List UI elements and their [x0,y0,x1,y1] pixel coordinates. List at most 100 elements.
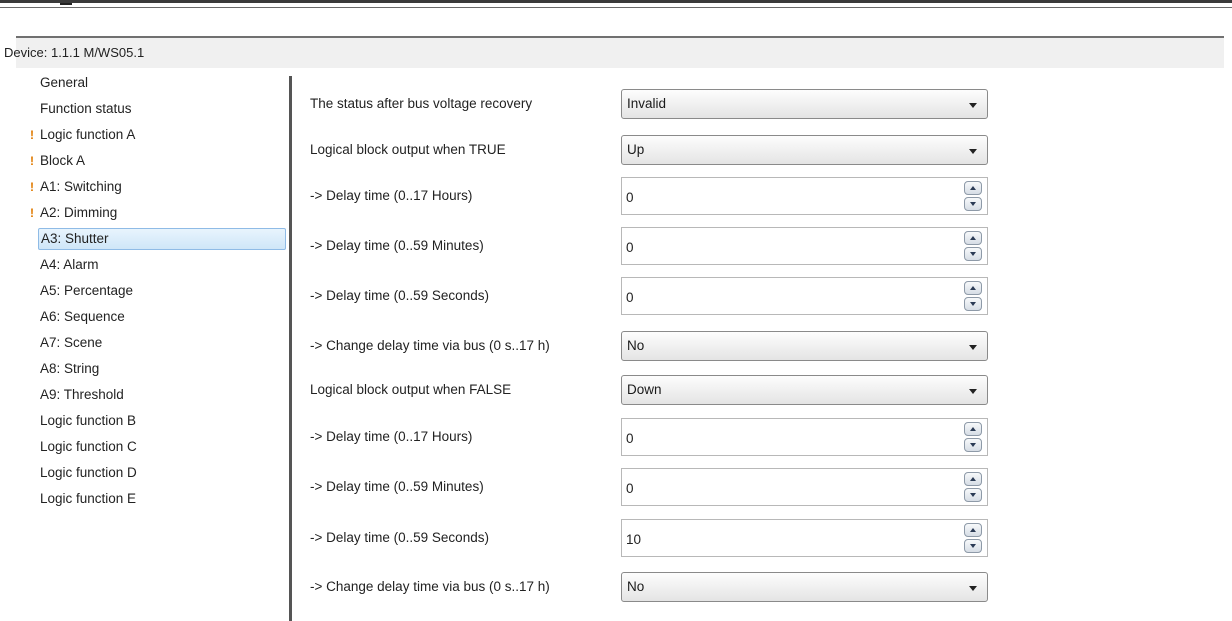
param-label: -> Delay time (0..59 Minutes) [310,479,484,494]
spin-up-icon [970,427,976,431]
sidebar-item-label: A5: Percentage [40,283,134,298]
param-dropdown[interactable]: No [621,572,988,602]
sidebar-item[interactable]: A7: Scene [40,332,102,354]
param-dropdown[interactable]: No [621,331,988,361]
spin-down-button[interactable] [964,488,982,502]
spinbox-input[interactable] [626,477,946,499]
sidebar-item[interactable]: A6: Sequence [40,306,125,328]
spin-down-icon [970,252,976,256]
param-label: -> Change delay time via bus (0 s..17 h) [310,579,550,594]
spin-down-button[interactable] [964,247,982,261]
spinbox-input[interactable] [626,236,946,258]
warning-icon: ! [30,180,34,194]
spin-up-icon [970,528,976,532]
param-label: -> Delay time (0..17 Hours) [310,188,473,203]
sidebar-item[interactable]: A9: Threshold [40,384,124,406]
chevron-down-icon [969,345,977,350]
chevron-down-icon [969,586,977,591]
sidebar-item-label: A4: Alarm [40,257,99,272]
param-label: -> Delay time (0..17 Hours) [310,429,473,444]
param-spinbox [621,418,988,456]
sidebar-item-label: Logic function A [40,127,136,142]
spin-up-button[interactable] [964,281,982,295]
sidebar-item-label: Function status [40,101,132,116]
param-spinbox [621,519,988,557]
sidebar-item[interactable]: Logic function C [40,436,137,458]
sidebar-item-label: A9: Threshold [40,387,124,402]
spin-buttons [964,472,982,502]
sidebar-item[interactable]: A4: Alarm [40,254,99,276]
param-dropdown[interactable]: Invalid [621,89,988,119]
spin-buttons [964,422,982,452]
param-spinbox [621,177,988,215]
param-label: The status after bus voltage recovery [310,96,533,111]
sidebar-item[interactable]: General [40,72,88,94]
spinbox-input[interactable] [626,528,946,550]
chevron-down-icon [969,103,977,108]
spin-down-button[interactable] [964,438,982,452]
dropdown-value: No [627,579,645,594]
sidebar-item[interactable]: Function status [40,98,132,120]
sidebar-item[interactable]: ! A1: Switching [30,176,122,198]
spin-up-button[interactable] [964,422,982,436]
dropdown-value: Up [627,142,645,157]
spin-down-icon [970,302,976,306]
parameter-window: Device: 1.1.1 M/WS05.1 General Function s… [4,36,1224,621]
sidebar-item[interactable]: ! Logic function A [30,124,136,146]
param-label: -> Delay time (0..59 Seconds) [310,530,489,545]
spin-down-icon [970,443,976,447]
param-dropdown[interactable]: Down [621,375,988,405]
spin-up-button[interactable] [964,231,982,245]
sidebar-item[interactable]: ! Block A [30,150,85,172]
sidebar-divider[interactable] [289,76,292,621]
sidebar-item-label: A7: Scene [40,335,103,350]
spinbox-input[interactable] [626,286,946,308]
param-label: -> Change delay time via bus (0 s..17 h) [310,338,550,353]
dropdown-value: No [627,338,645,353]
sidebar-item-label: Logic function D [40,465,137,480]
param-dropdown[interactable]: Up [621,135,988,165]
spin-up-icon [970,236,976,240]
sidebar-item-label: A1: Switching [40,179,122,194]
spinbox-input[interactable] [626,427,946,449]
param-spinbox [621,227,988,265]
device-title: Device: 1.1.1 M/WS05.1 [4,45,145,60]
spin-down-button[interactable] [964,197,982,211]
sidebar-item-label: General [40,75,89,90]
spin-up-button[interactable] [964,181,982,195]
sidebar-item-label: A2: Dimming [40,205,118,220]
spin-buttons [964,523,982,553]
top-border [0,0,1232,3]
spin-up-button[interactable] [964,523,982,537]
dropdown-value: Invalid [627,96,667,111]
spin-down-button[interactable] [964,539,982,553]
spin-buttons [964,281,982,311]
chevron-down-icon [969,389,977,394]
spinbox-input[interactable] [626,186,946,208]
sidebar-item[interactable]: Logic function B [40,410,136,432]
param-label: Logical block output when TRUE [310,142,506,157]
param-spinbox [621,468,988,506]
sidebar-item[interactable]: A5: Percentage [40,280,133,302]
dropdown-value: Down [627,382,662,397]
sidebar-item[interactable]: ! A2: Dimming [30,202,118,224]
top-divider [0,7,1232,8]
param-label: -> Delay time (0..59 Seconds) [310,288,489,303]
warning-icon: ! [30,128,34,142]
spin-up-button[interactable] [964,472,982,486]
top-mark [60,3,72,5]
sidebar-item-label: A8: String [40,361,100,376]
spin-down-icon [970,544,976,548]
sidebar-item[interactable]: Logic function E [40,488,136,510]
content-area: General Function status! Logic function A!… [16,68,1224,621]
warning-icon: ! [30,206,34,220]
spin-down-icon [970,493,976,497]
chevron-down-icon [969,149,977,154]
sidebar-item[interactable]: Logic function D [40,462,137,484]
sidebar-item-label: Logic function B [40,413,137,428]
spin-up-icon [970,186,976,190]
spin-down-button[interactable] [964,297,982,311]
spin-up-icon [970,477,976,481]
sidebar-item[interactable]: A8: String [40,358,99,380]
sidebar-item[interactable]: A3: Shutter [38,228,286,250]
